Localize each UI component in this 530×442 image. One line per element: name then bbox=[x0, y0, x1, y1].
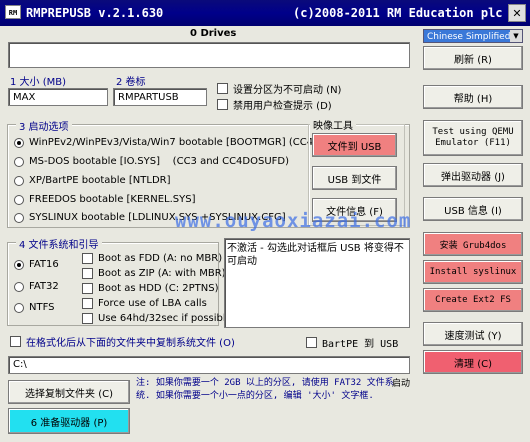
volume-input[interactable]: RMPARTUSB bbox=[113, 88, 207, 106]
boot-option-label: FREEDOS bootable [KERNEL.SYS] bbox=[29, 194, 196, 205]
size-input[interactable]: MAX bbox=[8, 88, 108, 106]
close-button[interactable]: ✕ bbox=[508, 4, 526, 22]
usb-to-file-button[interactable]: USB 到文件 bbox=[312, 166, 397, 190]
use-64hd-label: Use 64hd/32sec if possible bbox=[98, 313, 232, 324]
boot-as-checkbox[interactable] bbox=[82, 283, 93, 294]
folder-path-input[interactable]: C:\ bbox=[8, 356, 410, 374]
fs-note: 注: 如果你需要一个 2GB 以上的分区, 请使用 FAT32 文件系统. 如果… bbox=[136, 378, 394, 401]
fs-option-ntfs[interactable]: NTFS bbox=[14, 302, 55, 313]
title-bar: RM RMPREPUSB v.2.1.630 (c)2008-2011 RM E… bbox=[0, 0, 530, 26]
size-label: 1 大小 (MB) bbox=[10, 77, 67, 88]
install-grub4dos-button[interactable]: 安装 Grub4dos bbox=[423, 232, 523, 256]
boot-option-winpe[interactable]: WinPEv2/WinPEv3/Vista/Win7 bootable [BOO… bbox=[14, 137, 317, 148]
boot-option-xp[interactable]: XP/BartPE bootable [NTLDR] bbox=[14, 175, 171, 186]
clean-button[interactable]: 清理 (C) bbox=[423, 350, 523, 374]
boot-option-label: MS-DOS bootable [IO.SYS] (CC3 and CC4DOS… bbox=[29, 156, 290, 167]
create-ext2-button[interactable]: Create Ext2 FS bbox=[423, 288, 523, 312]
boot-radio[interactable] bbox=[14, 156, 24, 167]
boot-as-zip[interactable]: Boot as ZIP (A: with MBR) bbox=[82, 268, 226, 279]
choose-folder-button[interactable]: 选择复制文件夹 (C) bbox=[8, 380, 130, 404]
boot-as-label: Boot as HDD (C: 2PTNS) bbox=[98, 283, 219, 294]
chevron-down-icon: ▼ bbox=[510, 30, 522, 42]
boot-as-label: Boot as ZIP (A: with MBR) bbox=[98, 268, 226, 279]
boot-as-fdd[interactable]: Boot as FDD (A: no MBR) bbox=[82, 253, 222, 264]
bartpe-option[interactable]: BartPE 到 USB bbox=[306, 335, 398, 350]
app-icon: RM bbox=[5, 5, 21, 19]
note-overflow: 启动 bbox=[392, 379, 411, 389]
fs-option-fat16[interactable]: FAT16 bbox=[14, 259, 59, 270]
usb-info-button[interactable]: USB 信息 (I) bbox=[423, 197, 523, 221]
filesystem-label: 4 文件系统和引导 bbox=[16, 236, 102, 251]
drives-header: 0 Drives bbox=[190, 28, 237, 39]
file-to-usb-button[interactable]: 文件到 USB bbox=[312, 133, 397, 157]
eject-drive-button[interactable]: 弹出驱动器 (J) bbox=[423, 163, 523, 187]
no-boot-label: 设置分区为不可启动 (N) bbox=[233, 85, 342, 96]
fs-option-fat32[interactable]: FAT32 bbox=[14, 281, 59, 292]
copy-sys-files-checkbox[interactable] bbox=[10, 336, 21, 347]
fs-label: FAT32 bbox=[29, 281, 59, 292]
use-64hd[interactable]: Use 64hd/32sec if possible bbox=[82, 313, 232, 324]
force-lba-checkbox[interactable] bbox=[82, 298, 93, 309]
boot-options-label: 3 启动选项 bbox=[16, 118, 72, 133]
image-tools-label: 映像工具 bbox=[310, 117, 356, 132]
use-64hd-checkbox[interactable] bbox=[82, 313, 93, 324]
window-copyright: (c)2008-2011 RM Education plc bbox=[293, 6, 503, 20]
disable-prompt-option[interactable]: 禁用用户检查提示 (D) bbox=[217, 97, 332, 112]
volume-label: 2 卷标 bbox=[116, 77, 146, 88]
watermark: www.ouyaoxiazai.com bbox=[175, 210, 412, 232]
bartpe-label: BartPE 到 USB bbox=[322, 339, 399, 350]
boot-radio[interactable] bbox=[14, 194, 24, 205]
no-boot-checkbox[interactable] bbox=[217, 83, 228, 94]
fs-label: NTFS bbox=[29, 302, 55, 313]
qemu-test-button[interactable]: Test using QEMU Emulator (F11) bbox=[423, 120, 523, 156]
force-lba[interactable]: Force use of LBA calls bbox=[82, 298, 207, 309]
fs-radio[interactable] bbox=[14, 302, 24, 313]
drives-list[interactable] bbox=[8, 42, 410, 68]
refresh-button[interactable]: 刷新 (R) bbox=[423, 46, 523, 70]
disable-prompt-checkbox[interactable] bbox=[217, 99, 228, 110]
boot-as-checkbox[interactable] bbox=[82, 268, 93, 279]
install-syslinux-button[interactable]: Install syslinux bbox=[423, 260, 523, 284]
info-textarea[interactable]: 不激活 - 勾选此对话框后 USB 将变得不可启动 bbox=[224, 238, 410, 328]
language-select[interactable]: Chinese Simplified ▼ bbox=[423, 29, 523, 43]
no-boot-option[interactable]: 设置分区为不可启动 (N) bbox=[217, 81, 341, 96]
force-lba-label: Force use of LBA calls bbox=[98, 298, 207, 309]
language-selected: Chinese Simplified bbox=[427, 32, 511, 42]
boot-as-label: Boot as FDD (A: no MBR) bbox=[98, 253, 223, 264]
help-button[interactable]: 帮助 (H) bbox=[423, 85, 523, 109]
prepare-drive-button[interactable]: 6 准备驱动器 (P) bbox=[8, 408, 130, 434]
copy-sys-files-option[interactable]: 在格式化后从下面的文件夹中复制系统文件 (O) bbox=[10, 334, 235, 349]
fs-label: FAT16 bbox=[29, 259, 59, 270]
boot-option-label: WinPEv2/WinPEv3/Vista/Win7 bootable [BOO… bbox=[29, 137, 317, 148]
bartpe-checkbox[interactable] bbox=[306, 337, 317, 348]
boot-option-msdos[interactable]: MS-DOS bootable [IO.SYS] (CC3 and CC4DOS… bbox=[14, 156, 289, 167]
speed-test-button[interactable]: 速度测试 (Y) bbox=[423, 322, 523, 346]
boot-option-label: XP/BartPE bootable [NTLDR] bbox=[29, 175, 171, 186]
boot-as-hdd[interactable]: Boot as HDD (C: 2PTNS) bbox=[82, 283, 218, 294]
boot-option-freedos[interactable]: FREEDOS bootable [KERNEL.SYS] bbox=[14, 194, 196, 205]
fs-radio[interactable] bbox=[14, 281, 24, 292]
disable-prompt-label: 禁用用户检查提示 (D) bbox=[233, 101, 332, 112]
copy-sys-files-label: 在格式化后从下面的文件夹中复制系统文件 (O) bbox=[26, 338, 235, 349]
boot-radio[interactable] bbox=[14, 212, 24, 223]
boot-radio[interactable] bbox=[14, 175, 24, 186]
window-title: RMPREPUSB v.2.1.630 bbox=[26, 6, 164, 20]
boot-as-checkbox[interactable] bbox=[82, 253, 93, 264]
boot-radio[interactable] bbox=[14, 137, 24, 148]
fs-radio[interactable] bbox=[14, 259, 24, 270]
